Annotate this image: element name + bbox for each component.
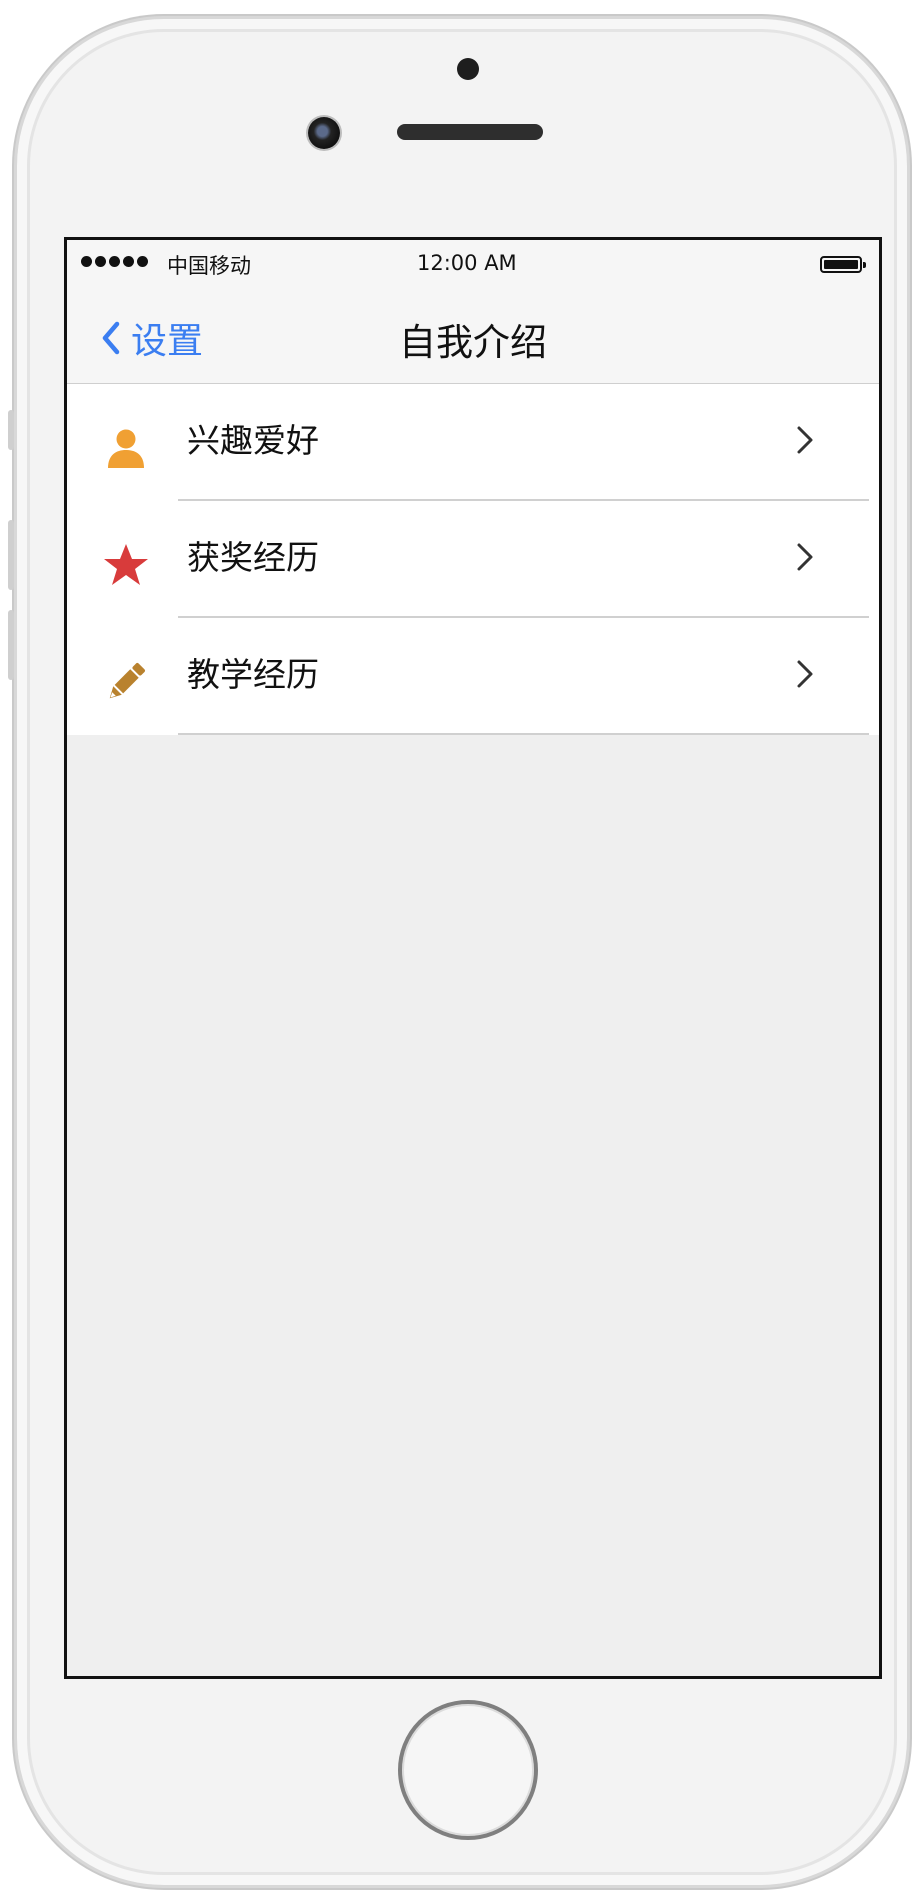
star-icon — [104, 544, 148, 585]
settings-list: 兴趣爱好 获奖经历 教学经历 — [67, 384, 879, 735]
list-item-label: 获奖经历 — [187, 538, 319, 577]
phone-volume-up-button — [8, 520, 14, 590]
chevron-right-icon — [797, 660, 813, 688]
pencil-icon — [109, 663, 145, 699]
phone-volume-down-button — [8, 610, 14, 680]
earpiece-speaker — [397, 124, 543, 140]
proximity-sensor — [457, 58, 479, 80]
phone-side-button — [8, 410, 14, 450]
status-bar: 中国移动 12:00 AM — [67, 240, 879, 290]
battery-icon — [820, 256, 866, 273]
phone-screen: 中国移动 12:00 AM 设置 自我介绍 兴趣爱好 获奖经历 教学经历 — [64, 237, 882, 1679]
list-item-awards[interactable]: 获奖经历 — [67, 501, 879, 618]
home-button[interactable] — [398, 1700, 538, 1840]
page-title: 自我介绍 — [399, 321, 547, 364]
carrier-name: 中国移动 — [167, 254, 251, 278]
list-item-label: 教学经历 — [187, 655, 319, 694]
signal-strength-icon — [81, 256, 148, 267]
list-item-hobbies[interactable]: 兴趣爱好 — [67, 384, 879, 501]
chevron-right-icon — [797, 543, 813, 571]
chevron-right-icon — [797, 426, 813, 454]
user-icon — [108, 429, 144, 468]
status-time: 12:00 AM — [417, 251, 517, 275]
list-item-teaching[interactable]: 教学经历 — [67, 618, 879, 735]
stage: 中国移动 12:00 AM 设置 自我介绍 兴趣爱好 获奖经历 教学经历 — [0, 0, 923, 1892]
list-item-label: 兴趣爱好 — [187, 421, 319, 460]
row-divider — [178, 733, 869, 735]
front-camera — [308, 117, 340, 149]
navigation-bar: 设置 自我介绍 — [67, 290, 879, 384]
